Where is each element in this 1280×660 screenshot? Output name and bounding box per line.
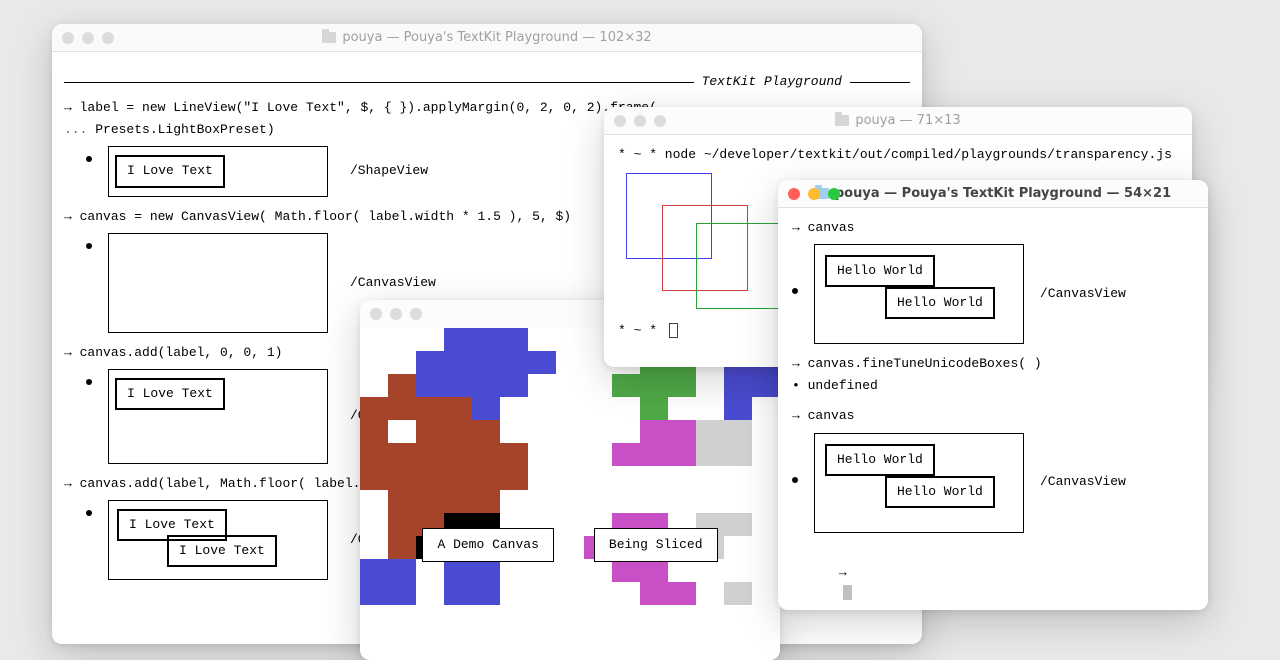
traffic-lights — [788, 188, 840, 200]
bullet-icon — [86, 243, 92, 249]
shell-prompt[interactable]: → — [792, 543, 1194, 610]
close-icon[interactable] — [62, 32, 74, 44]
terminal-window-active: pouya — Pouya's TextKit Playground — 54×… — [778, 180, 1208, 610]
repl-input: canvas.fineTuneUnicodeBoxes( ) — [792, 354, 1194, 374]
repl-input: canvas — [792, 218, 1194, 238]
window-title-label: pouya — 71×13 — [855, 113, 960, 128]
titlebar[interactable]: pouya — Pouya's TextKit Playground — 102… — [52, 24, 922, 52]
hello-box: Hello World — [885, 287, 995, 319]
prompt-label: * ~ * — [618, 323, 657, 338]
repl-output-text: • undefined — [792, 376, 1194, 396]
close-icon[interactable] — [614, 115, 626, 127]
window-title: pouya — Pouya's TextKit Playground — 54×… — [778, 186, 1208, 201]
section-title: TextKit Playground — [702, 72, 842, 92]
output-type-label: /CanvasView — [1040, 472, 1126, 492]
canvas-frame: Hello World Hello World — [814, 244, 1024, 344]
bullet-icon — [86, 379, 92, 385]
label-box: I Love Text — [115, 155, 225, 187]
zoom-icon[interactable] — [654, 115, 666, 127]
section-header: TextKit Playground — [64, 72, 910, 92]
bullet-icon — [792, 288, 798, 294]
window-title: pouya — Pouya's TextKit Playground — 102… — [52, 30, 922, 45]
folder-icon — [322, 32, 336, 43]
minimize-icon[interactable] — [390, 308, 402, 320]
cursor-icon — [669, 323, 678, 338]
window-title: pouya — 71×13 — [604, 113, 1192, 128]
zoom-icon[interactable] — [102, 32, 114, 44]
hello-box: Hello World — [825, 444, 935, 476]
green-rect — [696, 223, 782, 309]
bullet-icon — [86, 156, 92, 162]
close-icon[interactable] — [370, 308, 382, 320]
hello-box: Hello World — [825, 255, 935, 287]
output-type-label: /CanvasView — [350, 273, 436, 293]
repl-input: canvas — [792, 406, 1194, 426]
window-title-label: pouya — Pouya's TextKit Playground — 102… — [342, 30, 651, 45]
repl-output: Hello World Hello World /CanvasView — [792, 433, 1194, 533]
folder-icon — [835, 115, 849, 126]
terminal-body[interactable]: canvas Hello World Hello World /CanvasVi… — [778, 208, 1208, 610]
prompt-arrow-icon: → — [839, 565, 847, 580]
titlebar[interactable]: pouya — 71×13 — [604, 107, 1192, 135]
shapeview-frame: I Love Text — [108, 146, 328, 196]
pixel-art-canvas — [360, 328, 780, 628]
zoom-icon[interactable] — [410, 308, 422, 320]
traffic-lights — [62, 32, 114, 44]
terminal-body[interactable]: A Demo Canvas Being Sliced — [360, 328, 780, 628]
canvas-frame — [108, 233, 328, 333]
label-box: I Love Text — [115, 378, 225, 410]
demo-label-right: Being Sliced — [594, 528, 718, 562]
output-type-label: /ShapeView — [350, 161, 428, 181]
traffic-lights — [614, 115, 666, 127]
minimize-icon[interactable] — [808, 188, 820, 200]
minimize-icon[interactable] — [82, 32, 94, 44]
canvas-frame: I Love Text — [108, 369, 328, 464]
demo-label-left: A Demo Canvas — [422, 528, 553, 562]
cursor-icon — [843, 585, 852, 600]
label-box: I Love Text — [167, 535, 277, 567]
bullet-icon — [86, 510, 92, 516]
zoom-icon[interactable] — [828, 188, 840, 200]
window-title-label: pouya — Pouya's TextKit Playground — 54×… — [835, 186, 1171, 201]
bullet-icon — [792, 477, 798, 483]
repl-output: Hello World Hello World /CanvasView — [792, 244, 1194, 344]
canvas-frame: I Love Text I Love Text — [108, 500, 328, 580]
output-type-label: /CanvasView — [1040, 284, 1126, 304]
command-line: * ~ * node ~/developer/textkit/out/compi… — [618, 145, 1178, 165]
titlebar[interactable]: pouya — Pouya's TextKit Playground — 54×… — [778, 180, 1208, 208]
canvas-frame: Hello World Hello World — [814, 433, 1024, 533]
minimize-icon[interactable] — [634, 115, 646, 127]
traffic-lights — [370, 308, 422, 320]
demo-labels: A Demo Canvas Being Sliced — [360, 528, 780, 562]
hello-box: Hello World — [885, 476, 995, 508]
close-icon[interactable] — [788, 188, 800, 200]
